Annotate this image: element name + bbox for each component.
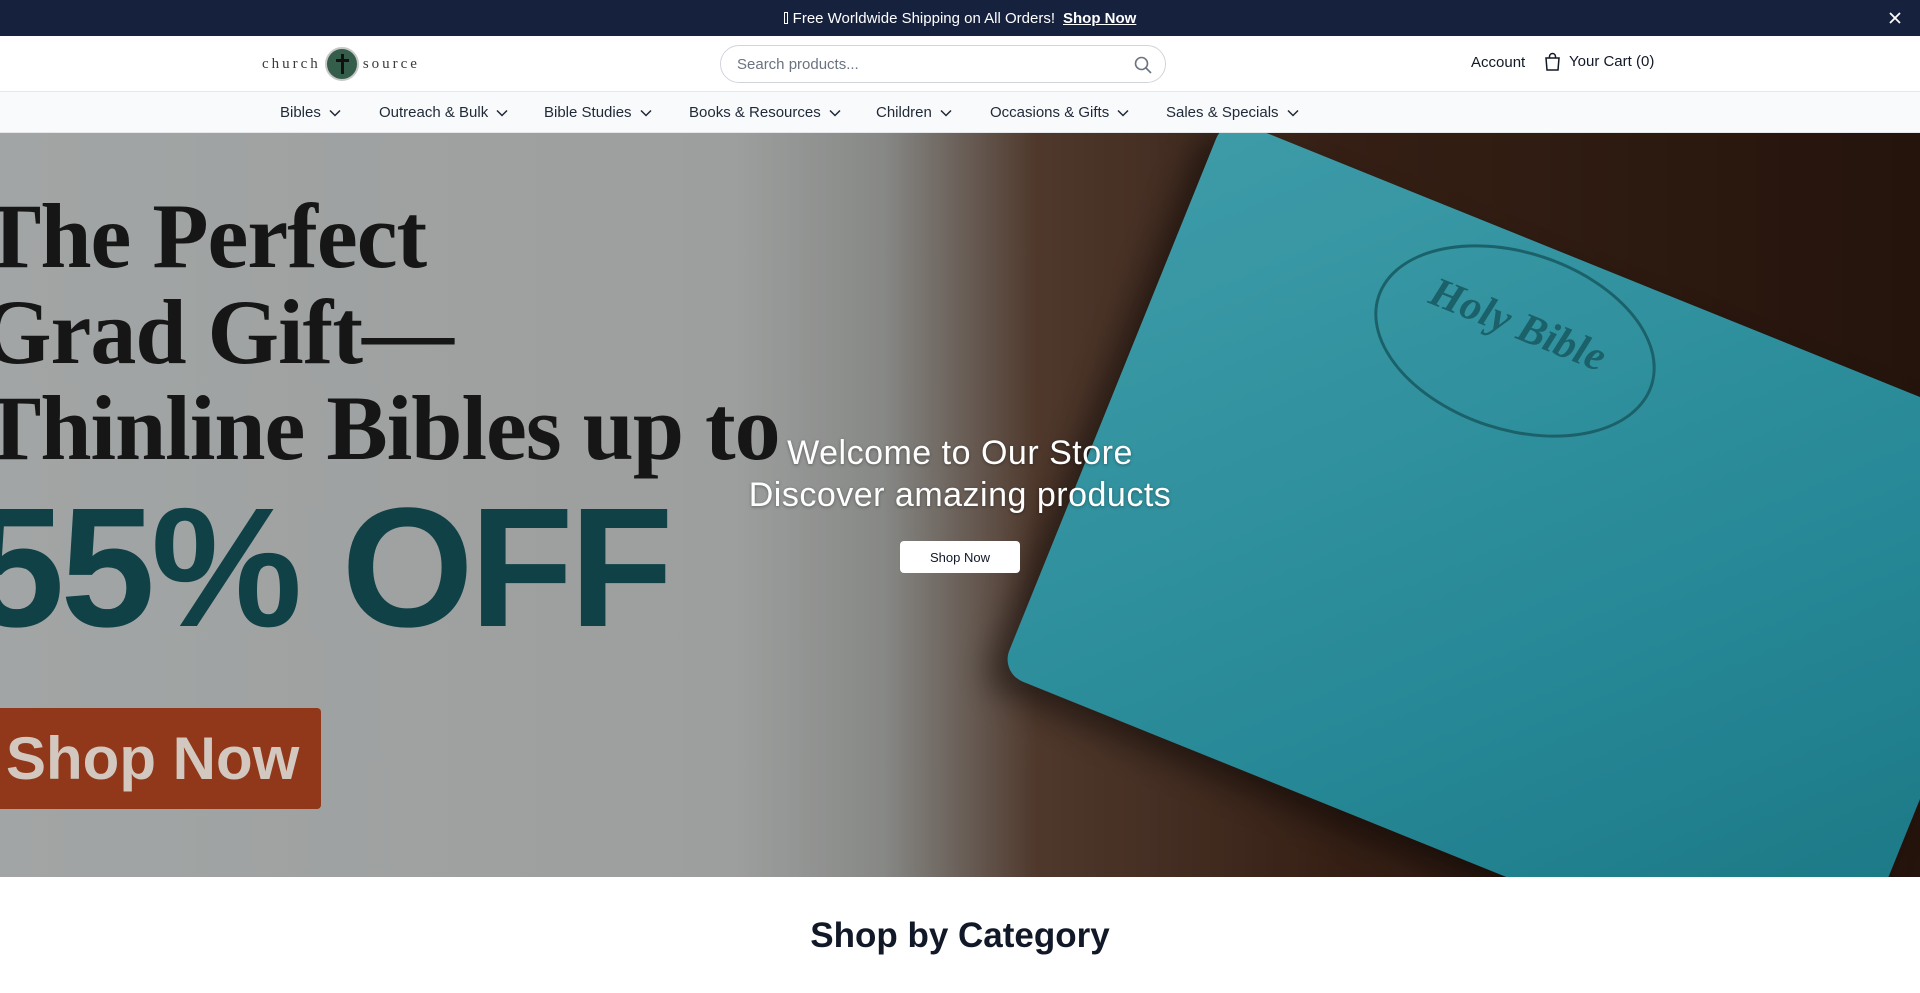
nav-item-bible-studies[interactable]: Bible Studies <box>544 92 652 133</box>
nav-item-label: Outreach & Bulk <box>379 104 489 121</box>
chevron-down-icon <box>640 109 652 117</box>
hero-shop-now-button[interactable]: Shop Now <box>900 541 1020 573</box>
chevron-down-icon <box>496 109 508 117</box>
nav-item-bibles[interactable]: Bibles <box>280 92 341 133</box>
logo[interactable]: church source <box>262 46 420 82</box>
site-header: church source Account Your Cart (0) <box>0 36 1920 92</box>
search-icon[interactable] <box>1133 55 1153 75</box>
nav-item-outreach-bulk[interactable]: Outreach & Bulk <box>379 92 508 133</box>
cart-link[interactable]: Your Cart (0) <box>1544 52 1654 71</box>
logo-text-right: source <box>362 55 420 72</box>
cart-label: Your Cart (0) <box>1569 53 1655 70</box>
nav-item-label: Sales & Specials <box>1166 104 1279 121</box>
nav-item-occasions-gifts[interactable]: Occasions & Gifts <box>990 92 1129 133</box>
main-nav: Bibles Outreach & Bulk Bible Studies Boo… <box>0 92 1920 133</box>
chevron-down-icon <box>1117 109 1129 117</box>
cross-icon <box>324 47 359 81</box>
nav-item-children[interactable]: Children <box>876 92 952 133</box>
nav-item-label: Occasions & Gifts <box>990 104 1110 121</box>
search-bar <box>720 45 1166 83</box>
nav-item-sales-specials[interactable]: Sales & Specials <box>1166 92 1299 133</box>
chevron-down-icon <box>329 109 341 117</box>
hero-banner: The Perfect Grad Gift— Thinline Bibles u… <box>0 133 1920 877</box>
shopping-bag-icon <box>1545 52 1560 71</box>
chevron-down-icon <box>940 109 952 117</box>
close-icon[interactable] <box>1886 9 1904 27</box>
shipping-icon <box>783 12 788 24</box>
hero-subtitle: Discover amazing products <box>748 476 1172 514</box>
nav-item-label: Bible Studies <box>544 104 632 121</box>
announcement-shop-now-link[interactable]: Shop Now <box>1063 10 1136 27</box>
logo-text-left: church <box>262 55 321 72</box>
chevron-down-icon <box>1287 109 1299 117</box>
nav-item-label: Books & Resources <box>689 104 821 121</box>
hero-title: Welcome to Our Store <box>787 434 1133 472</box>
nav-item-books-resources[interactable]: Books & Resources <box>689 92 841 133</box>
announcement-message: Free Worldwide Shipping on All Orders! <box>792 9 1056 27</box>
search-input[interactable] <box>737 46 1117 82</box>
chevron-down-icon <box>829 109 841 117</box>
shop-by-category-heading: Shop by Category <box>810 916 1110 955</box>
announcement-bar: Free Worldwide Shipping on All Orders! S… <box>0 0 1920 36</box>
nav-item-label: Bibles <box>280 104 321 121</box>
nav-item-label: Children <box>876 104 932 121</box>
account-link[interactable]: Account <box>1471 54 1525 71</box>
